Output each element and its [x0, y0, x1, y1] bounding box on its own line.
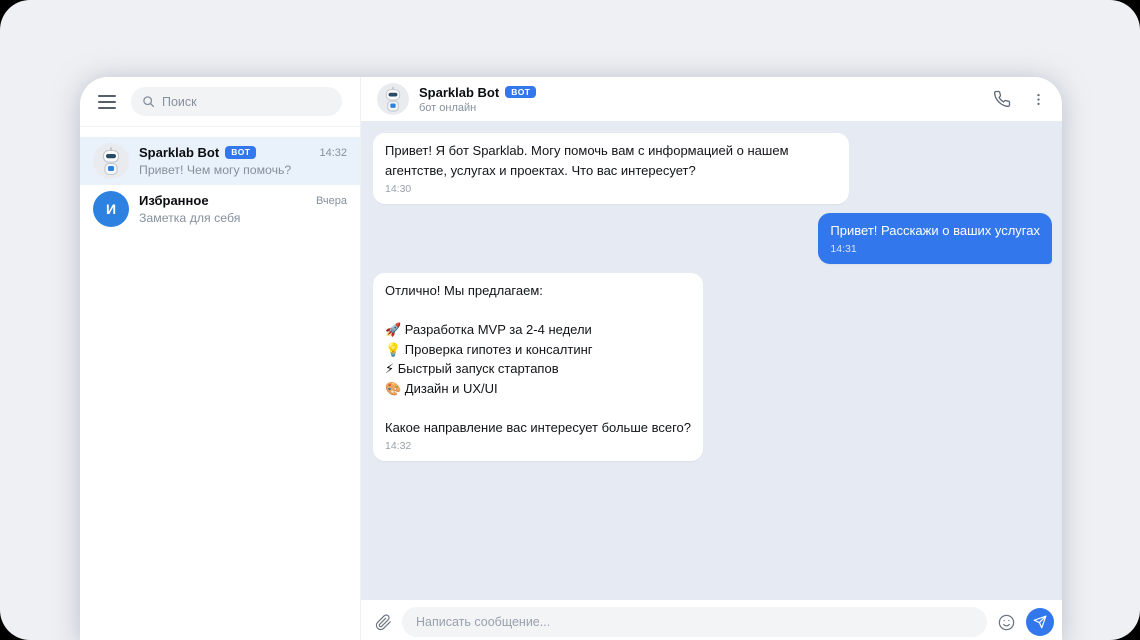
bot-badge: BOT — [505, 86, 536, 99]
favorites-avatar: И — [93, 191, 129, 227]
chat-item-body: Sparklab Bot BOT 14:32 Привет! Чем могу … — [139, 145, 347, 177]
desktop-background: Поиск — [0, 0, 1140, 640]
smiley-icon — [997, 613, 1016, 632]
search-placeholder: Поиск — [162, 95, 197, 109]
attach-button[interactable] — [375, 614, 392, 631]
bot-avatar — [377, 83, 409, 115]
paperclip-icon — [375, 614, 392, 631]
chat-list-item-sparklab-bot[interactable]: Sparklab Bot BOT 14:32 Привет! Чем могу … — [80, 137, 360, 185]
chat-item-time: Вчера — [316, 195, 347, 207]
chat-header-actions — [993, 90, 1046, 108]
message-text: Привет! Расскажи о ваших услугах — [830, 221, 1040, 241]
menu-icon[interactable] — [98, 95, 116, 109]
message-time: 14:30 — [385, 182, 837, 198]
search-icon — [142, 95, 155, 108]
chat-status: бот онлайн — [419, 102, 536, 114]
message-input[interactable] — [402, 607, 987, 637]
message-time: 14:32 — [385, 439, 691, 455]
kebab-menu-icon — [1031, 92, 1046, 107]
sidebar-header: Поиск — [80, 77, 360, 127]
message-bubble[interactable]: Привет! Расскажи о ваших услугах 14:31 — [818, 213, 1052, 264]
chat-list: Sparklab Bot BOT 14:32 Привет! Чем могу … — [80, 127, 360, 233]
message-text: Привет! Я бот Sparklab. Могу помочь вам … — [385, 141, 837, 180]
message-list: Привет! Я бот Sparklab. Могу помочь вам … — [361, 121, 1062, 600]
search-input[interactable]: Поиск — [131, 87, 342, 116]
outgoing-message: Привет! Расскажи о ваших услугах 14:31 — [373, 213, 1052, 264]
message-time: 14:31 — [830, 242, 1040, 258]
chat-list-item-favorites[interactable]: И Избранное Вчера Заметка для себя — [80, 185, 360, 233]
chat-item-preview: Заметка для себя — [139, 211, 347, 225]
more-options-button[interactable] — [1031, 92, 1046, 107]
message-composer — [361, 600, 1062, 640]
message-bubble[interactable]: Отлично! Мы предлагаем: 🚀 Разработка MVP… — [373, 273, 703, 461]
chat-item-time: 14:32 — [319, 147, 347, 159]
chat-item-name: Sparklab Bot — [139, 145, 219, 160]
sidebar: Поиск — [80, 77, 360, 640]
chat-header-meta: Sparklab Bot BOT бот онлайн — [419, 85, 536, 114]
messenger-window: Поиск — [80, 77, 1062, 640]
chat-title: Sparklab Bot — [419, 85, 499, 100]
send-icon — [1033, 615, 1047, 629]
chat-header: Sparklab Bot BOT бот онлайн — [361, 77, 1062, 121]
chat-panel: Sparklab Bot BOT бот онлайн — [360, 77, 1062, 640]
chat-item-preview: Привет! Чем могу помочь? — [139, 163, 347, 177]
emoji-button[interactable] — [997, 613, 1016, 632]
bot-avatar — [93, 143, 129, 179]
chat-item-name: Избранное — [139, 193, 209, 208]
message-text: Отлично! Мы предлагаем: 🚀 Разработка MVP… — [385, 281, 691, 437]
incoming-message: Привет! Я бот Sparklab. Могу помочь вам … — [373, 133, 1052, 204]
incoming-message: Отлично! Мы предлагаем: 🚀 Разработка MVP… — [373, 273, 1052, 461]
message-bubble[interactable]: Привет! Я бот Sparklab. Могу помочь вам … — [373, 133, 849, 204]
send-button[interactable] — [1026, 608, 1054, 636]
call-button[interactable] — [993, 90, 1011, 108]
bot-badge: BOT — [225, 146, 256, 159]
phone-icon — [993, 90, 1011, 108]
chat-item-body: Избранное Вчера Заметка для себя — [139, 193, 347, 225]
